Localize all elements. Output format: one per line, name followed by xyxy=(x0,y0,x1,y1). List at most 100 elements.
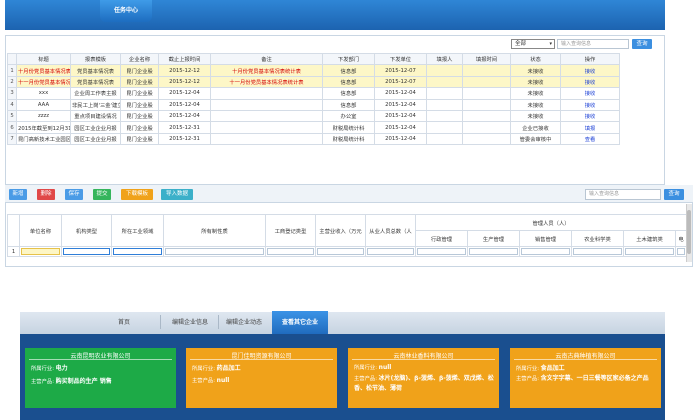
table-cell: zzzz xyxy=(16,109,71,123)
status-filter-select[interactable]: 全部 ▾ xyxy=(511,39,555,49)
cell-industry[interactable] xyxy=(111,246,164,257)
cell-extra[interactable] xyxy=(674,246,688,257)
sales-input[interactable] xyxy=(521,248,570,255)
table-row[interactable]: 7 昆门高新技术工业园区 园区工业企业月报 昆门企业股 2015-12-31 财税局统计科… xyxy=(7,132,620,146)
row-number: 7 xyxy=(7,132,17,146)
cell-admin[interactable] xyxy=(415,246,468,257)
cell-unit-name[interactable] xyxy=(19,246,62,257)
row-action-link[interactable]: 填报 xyxy=(560,121,620,134)
chevron-down-icon: ▾ xyxy=(549,41,552,47)
group-header-management: 管理人员（人） xyxy=(414,214,688,231)
table-cell: 信息部 xyxy=(322,75,375,89)
save-button[interactable]: 保存 xyxy=(65,189,83,200)
table-cell xyxy=(426,98,463,111)
table-cell: 财税局统计科 xyxy=(322,132,375,146)
enterprise-card[interactable]: 云南古典种植有限公司 所属行业: 食品加工 主营产品: 含文字字幕、一日三餐等区… xyxy=(510,348,661,408)
table-cell: xxx xyxy=(16,87,71,100)
table-cell: 信息部 xyxy=(322,64,375,77)
enterprise-card[interactable]: 云南林业香料有限公司 所属行业: null 主营产品: 冰片(龙脑)、β-菠烯、… xyxy=(348,348,499,408)
table-cell: 党员基本情况表 xyxy=(70,75,121,89)
cell-agri[interactable] xyxy=(571,246,624,257)
table-row[interactable]: 2 十一月份党员基本情况表 党员基本情况表 昆门企业股 2015-12-12 十一月份党员… xyxy=(7,75,620,89)
production-input[interactable] xyxy=(469,248,518,255)
table-cell xyxy=(462,75,511,89)
cell-sales[interactable] xyxy=(519,246,572,257)
subheader-cell: 农业科学类 xyxy=(571,230,624,247)
edit-search-button[interactable]: 查询 xyxy=(664,189,684,200)
header-cell: 所在工业领域 xyxy=(111,214,164,247)
subheader-cell: 土木建筑类 xyxy=(623,230,676,247)
nav-home[interactable]: 首页 xyxy=(118,317,130,326)
civil-input[interactable] xyxy=(625,248,674,255)
cell-org-type[interactable] xyxy=(61,246,112,257)
row-action-link[interactable]: 接收 xyxy=(560,87,620,100)
row-action-link[interactable]: 查看 xyxy=(560,132,620,146)
table-cell: 2015-12-31 xyxy=(158,132,211,146)
agri-input[interactable] xyxy=(573,248,622,255)
table-row[interactable]: 4 AAA 非民工上岗'三金'建立 昆门企业股 2015-12-04 信息部 2015-12… xyxy=(7,98,620,111)
industry-select[interactable] xyxy=(113,248,162,255)
import-data-button[interactable]: 导入数据 xyxy=(161,189,193,200)
scrollbar-thumb[interactable] xyxy=(687,210,691,254)
table-cell: 管委会审核中 xyxy=(510,132,561,146)
cell-employees[interactable] xyxy=(365,246,416,257)
header-cell: 报表模板 xyxy=(70,52,121,66)
industry-value: 食品加工 xyxy=(540,365,565,372)
subheader-cell: 生产管理 xyxy=(467,230,520,247)
org-type-select[interactable] xyxy=(63,248,110,255)
table-cell xyxy=(462,109,511,123)
row-action-link[interactable]: 接收 xyxy=(560,109,620,123)
row-action-link[interactable]: 接收 xyxy=(560,64,620,77)
table-cell: 昆门企业股 xyxy=(120,121,159,134)
nav-edit-info[interactable]: 编辑企业信息 xyxy=(172,317,208,326)
cell-revenue[interactable] xyxy=(315,246,366,257)
submit-button[interactable]: 提交 xyxy=(93,189,111,200)
row-number: 3 xyxy=(7,87,17,100)
card-divider xyxy=(190,359,333,360)
table-row[interactable]: 1 十月份党员基本情况表 党员基本情况表 昆门企业股 2015-12-12 十月份党员基本… xyxy=(7,64,620,77)
table-cell: 2015-12-04 xyxy=(374,109,427,123)
card-industry: 所属行业: 食品加工 xyxy=(516,363,565,372)
unit-name-input[interactable] xyxy=(21,248,60,255)
task-search-button[interactable]: 查询 xyxy=(632,39,652,49)
table-cell: 昆门高新技术工业园区 xyxy=(16,132,71,146)
row-action-link[interactable]: 接收 xyxy=(560,98,620,111)
card-product: 主营产品: 购买制品的生产 销售 xyxy=(31,376,112,385)
cell-ownership[interactable] xyxy=(163,246,266,257)
table-cell: 昆门企业股 xyxy=(120,87,159,100)
task-search-input[interactable]: 输入查询信息 xyxy=(557,39,629,49)
tab-task-center[interactable]: 任务中心 xyxy=(100,0,152,22)
cell-civil[interactable] xyxy=(623,246,676,257)
enterprise-card[interactable]: 昆门佳明资源有限公司 所属行业: 药品加工 主营产品: null xyxy=(186,348,337,408)
table-row[interactable]: 5 zzzz 重点项目建设情况 昆门企业股 2015-12-04 办公室 2015-12-0… xyxy=(7,109,620,123)
table-cell: 十月份党员基本情况表 xyxy=(16,64,71,77)
admin-input[interactable] xyxy=(417,248,466,255)
download-template-button[interactable]: 下载模板 xyxy=(121,189,153,200)
extra-input[interactable] xyxy=(677,248,686,255)
table-row[interactable]: 3 xxx 企业周工作表主报 昆门企业股 2015-12-04 信息部 2015-12-04… xyxy=(7,87,620,100)
nav-edit-news[interactable]: 编辑企业动态 xyxy=(226,317,262,326)
table-cell: 2015-12-04 xyxy=(158,98,211,111)
table-row[interactable]: 6 2015年截至到12月31 园区工业企业月报 昆门企业股 2015-12-31 财税局… xyxy=(7,121,620,134)
enterprise-edit-table: 单位名称 机构类型 所在工业领域 所有制性质 工商登记类型 主营业收入（万元 从… xyxy=(7,214,688,257)
row-action-link[interactable]: 接收 xyxy=(560,75,620,89)
subheader-cell: 电 xyxy=(674,230,688,247)
table-cell xyxy=(462,87,511,100)
reg-type-input[interactable] xyxy=(267,248,314,255)
card-product: 主营产品: 冰片(龙脑)、β-菠烯、β-菠烯、双戊烯、松香、松节油、薄荷 xyxy=(354,374,494,394)
edit-search-input[interactable]: 输入查询信息 xyxy=(585,189,661,200)
table-cell: 未接收 xyxy=(510,98,561,111)
table-cell: 2015-12-07 xyxy=(374,75,427,89)
table-cell: 2015-12-04 xyxy=(374,132,427,146)
employees-input[interactable] xyxy=(367,248,414,255)
enterprise-card[interactable]: 云南昆明农业有限公司 所属行业: 电力 主营产品: 购买制品的生产 销售 xyxy=(25,348,176,408)
table-cell xyxy=(462,64,511,77)
add-button[interactable]: 新增 xyxy=(9,189,27,200)
ownership-input[interactable] xyxy=(165,248,264,255)
row-number: 6 xyxy=(7,121,17,134)
revenue-input[interactable] xyxy=(317,248,364,255)
cell-reg-type[interactable] xyxy=(265,246,316,257)
cell-production[interactable] xyxy=(467,246,520,257)
delete-button[interactable]: 删除 xyxy=(37,189,55,200)
table-cell: 十一月份党员基本情况表统计表 xyxy=(210,75,323,89)
